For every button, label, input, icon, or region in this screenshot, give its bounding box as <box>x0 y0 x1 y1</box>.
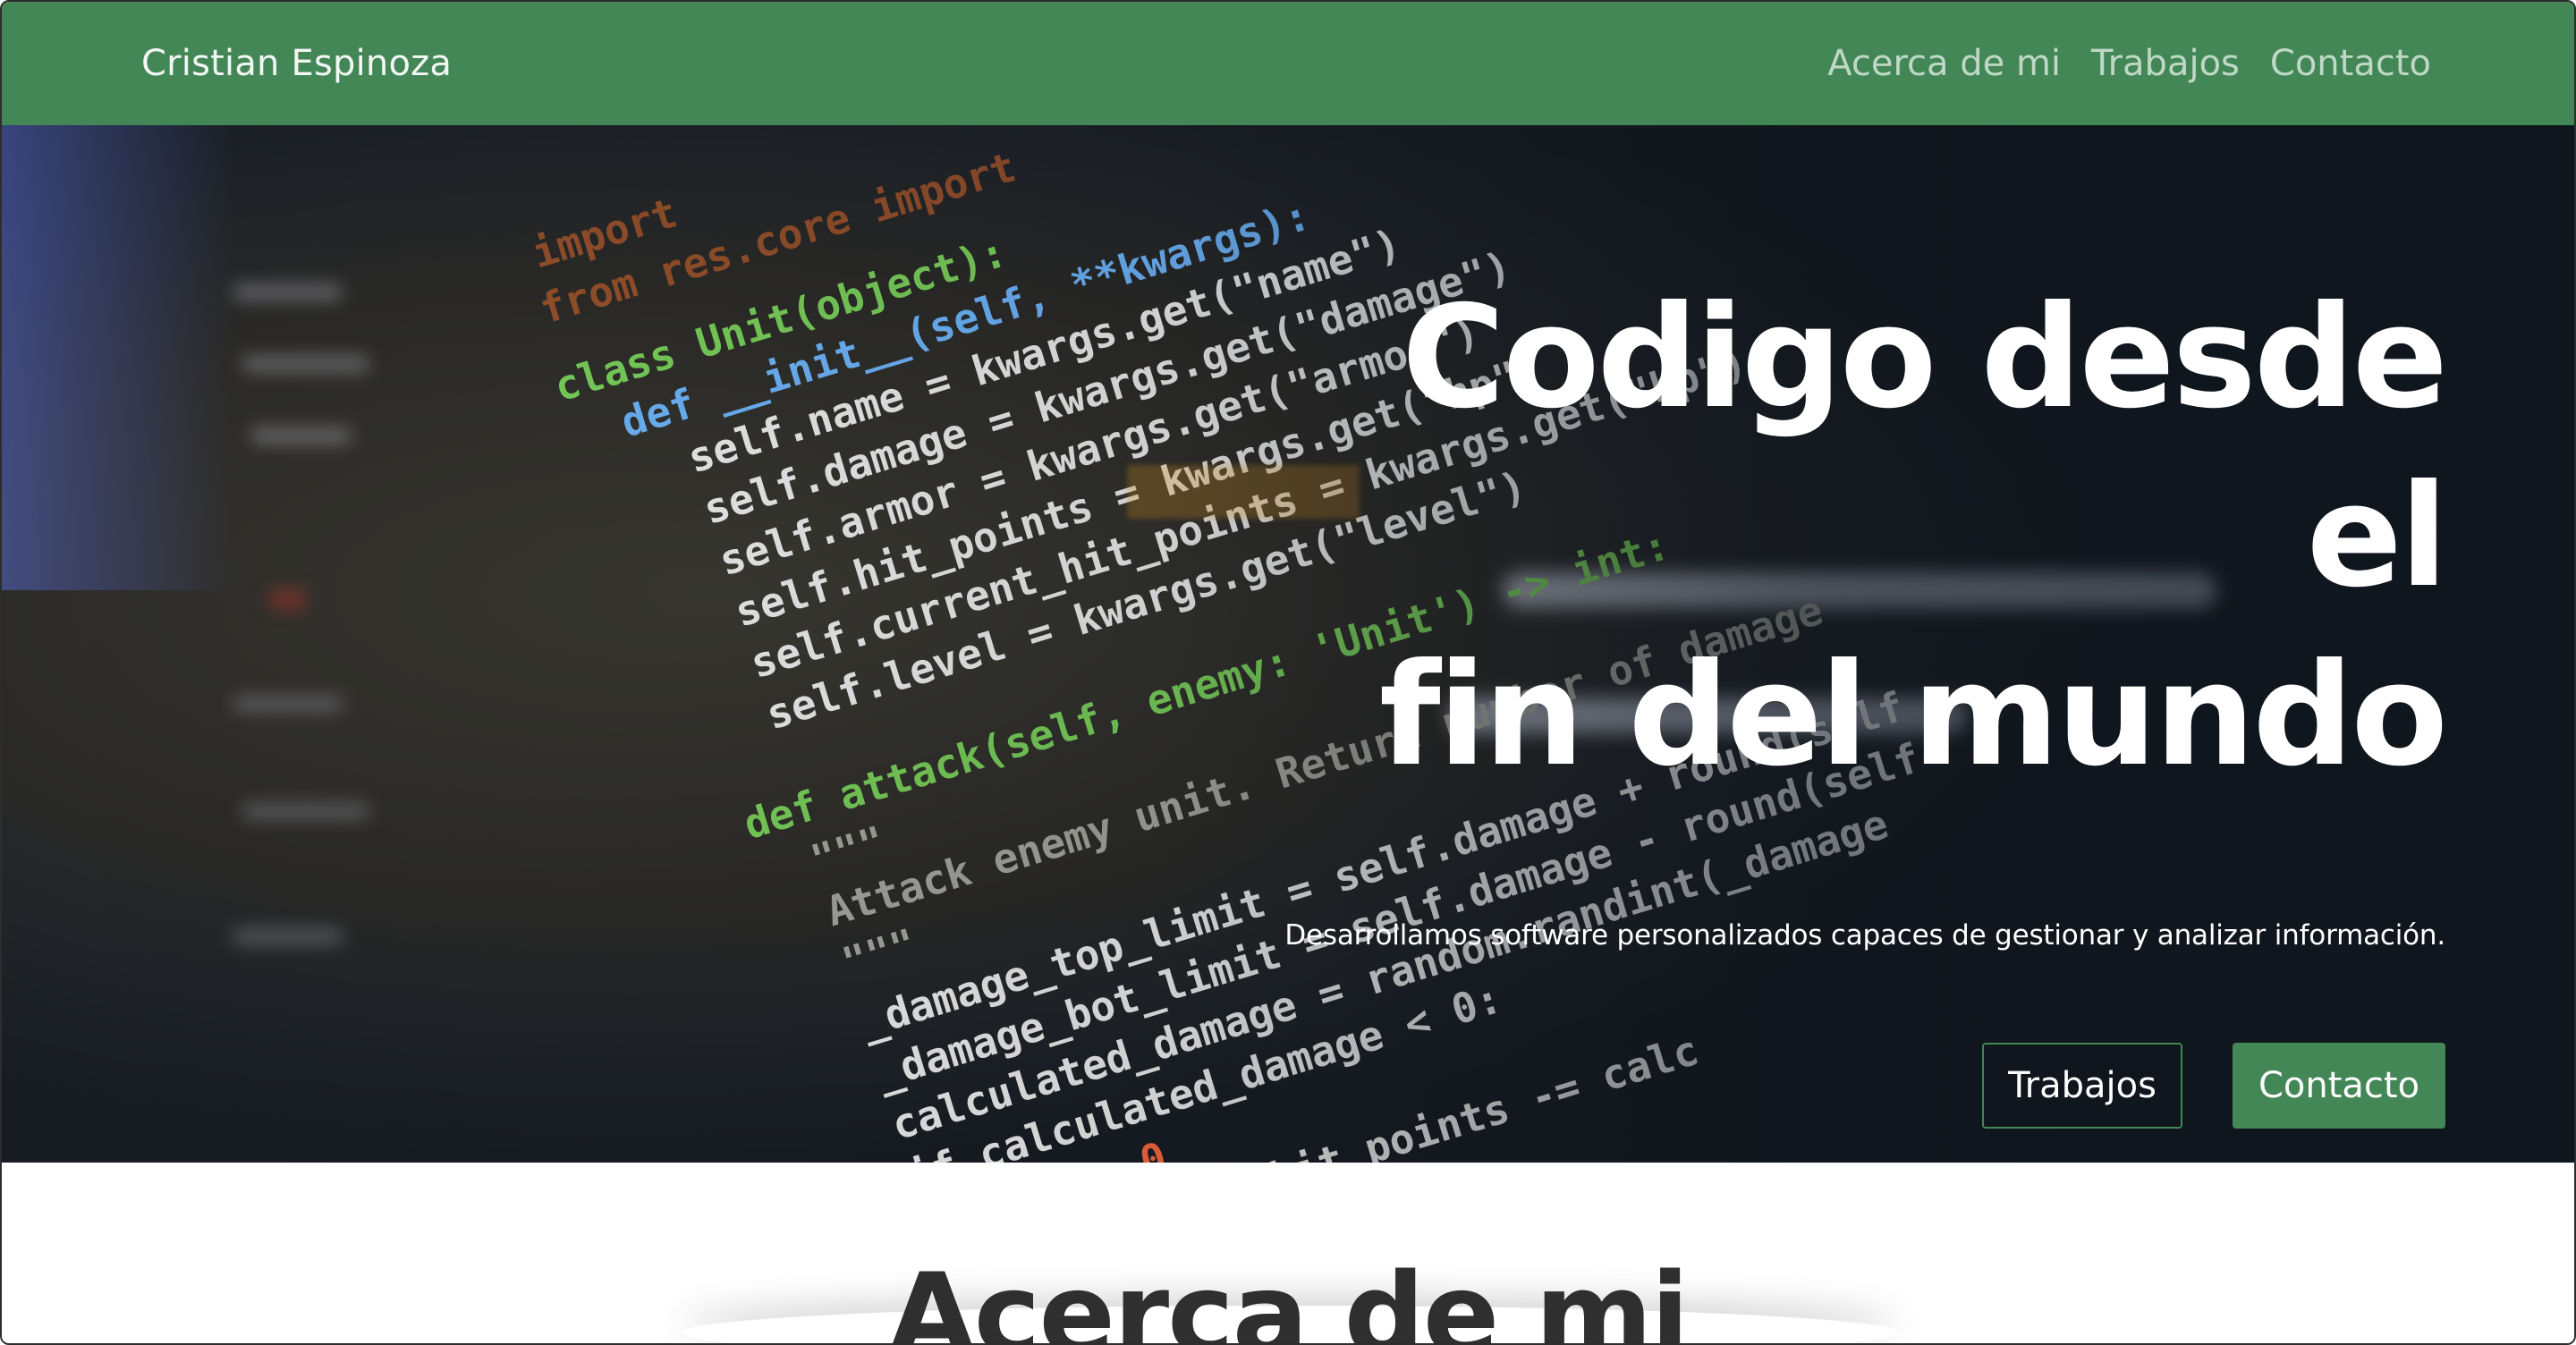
nav-links: Acerca de mi Trabajos Contacto <box>1827 43 2431 84</box>
nav-link-acerca[interactable]: Acerca de mi <box>1827 43 2061 84</box>
hero-title: Codigo desde el fin del mundo <box>1283 268 2448 805</box>
about-title: Acerca de mi <box>888 1248 1689 1345</box>
nav-link-trabajos[interactable]: Trabajos <box>2091 43 2240 84</box>
hero-subtitle: Desarrollamos software personalizados ca… <box>1284 919 2445 952</box>
about-section: Acerca de mi <box>2 1163 2574 1345</box>
contacto-button[interactable]: Contacto <box>2233 1043 2445 1129</box>
hero-title-line-1: Codigo desde el <box>1402 275 2448 619</box>
nav-link-contacto[interactable]: Contacto <box>2270 43 2431 84</box>
hero-buttons: Trabajos Contacto <box>1283 1043 2445 1129</box>
hero-content: Codigo desde el fin del mundo Desarrolla… <box>1283 268 2448 1129</box>
hero-title-line-2: fin del mundo <box>1378 633 2448 798</box>
page: Cristian Espinoza Acerca de mi Trabajos … <box>0 0 2576 1345</box>
top-navbar: Cristian Espinoza Acerca de mi Trabajos … <box>2 2 2574 125</box>
brand-link[interactable]: Cristian Espinoza <box>141 43 452 84</box>
hero-section: import from res.core import class Unit(o… <box>2 125 2574 1163</box>
trabajos-button[interactable]: Trabajos <box>1982 1043 2182 1129</box>
